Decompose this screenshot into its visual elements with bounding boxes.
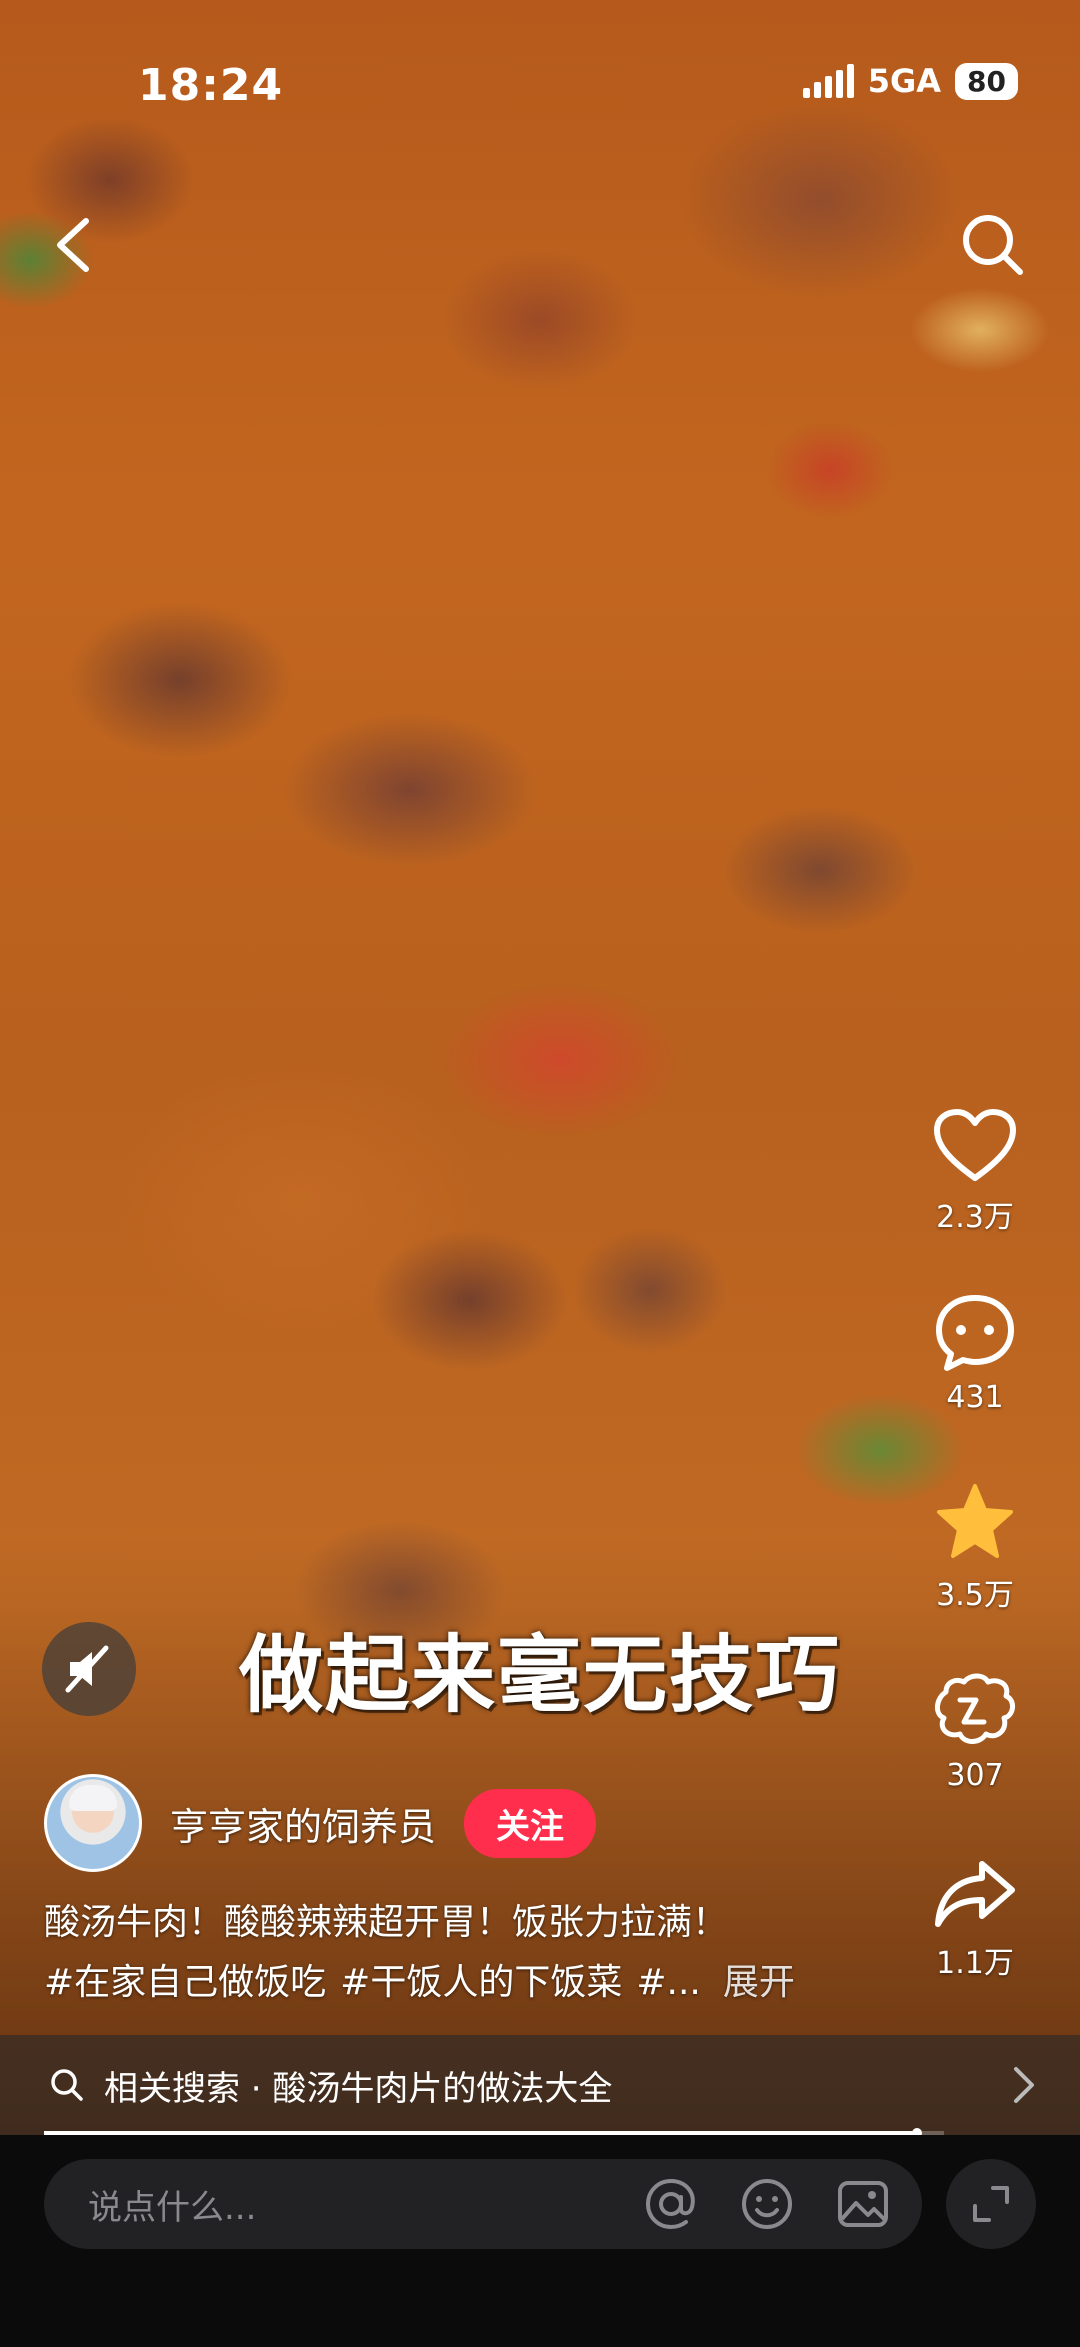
at-icon[interactable] bbox=[642, 2175, 700, 2233]
fullscreen-icon bbox=[973, 2186, 1009, 2222]
comment-tools bbox=[642, 2175, 892, 2233]
chevron-right-icon bbox=[1014, 2067, 1034, 2103]
status-indicators: 5GA 80 bbox=[802, 62, 1018, 100]
comment-button[interactable]: 431 bbox=[890, 1292, 1060, 1415]
follow-button[interactable]: 关注 bbox=[464, 1788, 597, 1858]
hashtag[interactable]: #在家自己做饭吃 bbox=[44, 1962, 326, 2003]
share-reaction-count: 307 bbox=[946, 1758, 1004, 1793]
network-type: 5GA bbox=[867, 62, 942, 100]
search-icon bbox=[51, 2069, 83, 2101]
avatar[interactable] bbox=[44, 1774, 142, 1872]
related-search-text: 相关搜索 · 酸汤牛肉片的做法大全 bbox=[104, 2068, 613, 2109]
related-search-bar[interactable]: 相关搜索 · 酸汤牛肉片的做法大全 bbox=[0, 2035, 1080, 2135]
comment-placeholder: 说点什么... bbox=[88, 2187, 257, 2228]
comment-input[interactable]: 说点什么... bbox=[44, 2159, 922, 2249]
hashtag-list: #在家自己做饭吃 #干饭人的下饭菜 #... 展开 bbox=[44, 1953, 884, 2013]
video-description[interactable]: 酸汤牛肉！酸酸辣辣超开胃！饭张力拉满！ #在家自己做饭吃 #干饭人的下饭菜 #...… bbox=[44, 1893, 884, 2013]
star-icon bbox=[937, 1484, 1013, 1558]
back-arrow-icon[interactable] bbox=[48, 215, 98, 275]
heart-icon bbox=[934, 1109, 1016, 1181]
status-bar: 18:24 5GA 80 bbox=[0, 0, 1080, 170]
expand-link[interactable]: 展开 bbox=[723, 1962, 795, 2003]
hashtag[interactable]: #干饭人的下饭菜 bbox=[340, 1962, 622, 2003]
image-icon[interactable] bbox=[834, 2175, 892, 2233]
forward-count: 1.1万 bbox=[936, 1946, 1014, 1981]
fullscreen-button[interactable] bbox=[946, 2159, 1036, 2249]
signal-icon bbox=[802, 64, 854, 98]
favorite-button[interactable]: 3.5万 bbox=[890, 1482, 1060, 1614]
hashtag[interactable]: #... bbox=[636, 1962, 701, 2003]
forward-button[interactable]: 1.1万 bbox=[890, 1858, 1060, 1982]
video-caption: 做起来毫无技巧 bbox=[238, 1626, 841, 1724]
description-text: 酸汤牛肉！酸酸辣辣超开胃！饭张力拉满！ bbox=[44, 1902, 729, 1943]
emoji-icon[interactable] bbox=[738, 2175, 796, 2233]
search-icon[interactable] bbox=[958, 210, 1028, 280]
like-count: 2.3万 bbox=[936, 1200, 1014, 1235]
forward-arrow-icon bbox=[935, 1861, 1015, 1927]
comment-count: 431 bbox=[946, 1380, 1004, 1415]
author-row: 亨亨家的饲养员 关注 bbox=[44, 1774, 597, 1872]
comment-bubble-icon bbox=[936, 1295, 1014, 1371]
status-time: 18:24 bbox=[138, 60, 284, 111]
battery-icon: 80 bbox=[955, 62, 1018, 100]
like-button[interactable]: 2.3万 bbox=[890, 1108, 1060, 1236]
comment-bar: 说点什么... bbox=[0, 2135, 1080, 2347]
author-name[interactable]: 亨亨家的饲养员 bbox=[170, 1796, 436, 1851]
